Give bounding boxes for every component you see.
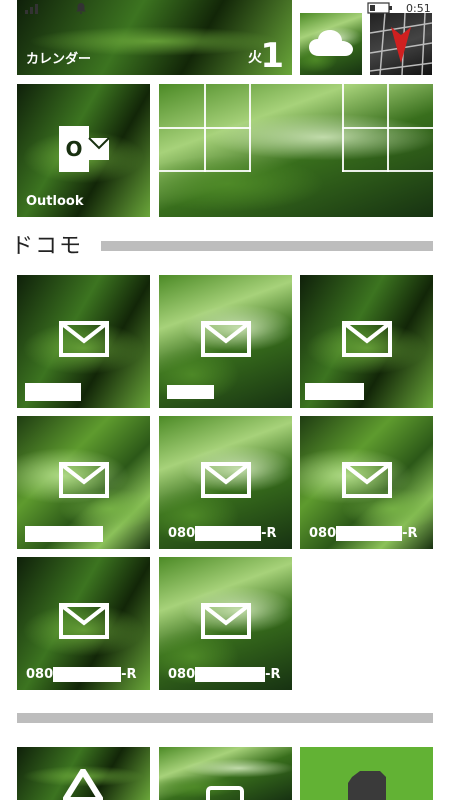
clock-text: 0:51 — [406, 2, 431, 15]
photos-grid-tile[interactable] — [159, 84, 433, 217]
redacted-account-label — [25, 526, 103, 542]
mail-account-suffix: -R — [402, 526, 418, 541]
calendar-day: 1 — [260, 36, 284, 75]
mail-account-prefix: 080 — [168, 667, 196, 682]
mail-tile[interactable]: 080 -R — [17, 557, 150, 690]
mail-account-label: 080 -R — [168, 526, 277, 541]
notification-bell-icon — [75, 2, 87, 17]
redacted-number — [195, 526, 262, 541]
mail-account-prefix: 080 — [309, 526, 337, 541]
photo-grid-overlay — [159, 84, 433, 217]
onedrive-tile[interactable] — [300, 13, 362, 75]
mail-account-suffix: -R — [265, 667, 281, 682]
mail-icon — [58, 321, 109, 357]
start-screen: カレンダー 火 1 0:51 O Outlook ドコモ 080 -R 080 … — [0, 0, 450, 800]
mail-icon — [341, 321, 392, 357]
mail-tile[interactable] — [159, 275, 292, 408]
mail-icon — [58, 462, 109, 498]
app-tile[interactable] — [17, 747, 150, 800]
mail-account-label: 080 -R — [26, 667, 137, 682]
app-tile[interactable] — [300, 747, 433, 800]
mail-tile[interactable]: 080 -R — [300, 416, 433, 549]
calendar-tile-label: カレンダー — [26, 52, 92, 67]
triangle-logo-icon — [61, 765, 105, 800]
mail-tile[interactable] — [300, 275, 433, 408]
redacted-number — [195, 667, 266, 682]
outlook-tile-label: Outlook — [26, 194, 84, 209]
mail-account-label: 080 -R — [168, 667, 281, 682]
mail-tile[interactable]: 080 -R — [159, 557, 292, 690]
calendar-tile[interactable]: カレンダー 火 1 — [17, 0, 292, 75]
maps-tile[interactable] — [370, 13, 432, 75]
mail-account-prefix: 080 — [26, 667, 54, 682]
outlook-tile[interactable]: O Outlook — [17, 84, 150, 217]
mail-account-suffix: -R — [121, 667, 137, 682]
mail-tile[interactable] — [17, 416, 150, 549]
mail-icon — [200, 603, 251, 639]
mail-icon — [200, 321, 251, 357]
mail-tile[interactable] — [17, 275, 150, 408]
camera-bag-icon — [340, 769, 394, 800]
redacted-number — [336, 526, 403, 541]
redacted-number — [53, 667, 122, 682]
mail-icon — [341, 462, 392, 498]
mail-account-prefix: 080 — [168, 526, 196, 541]
section-divider — [101, 241, 433, 251]
mail-icon — [200, 462, 251, 498]
svg-text:O: O — [65, 137, 82, 161]
section-title[interactable]: ドコモ — [11, 228, 83, 260]
outlook-icon: O — [57, 124, 111, 182]
location-pin-icon — [390, 25, 412, 69]
battery-icon — [367, 2, 393, 17]
section-divider — [17, 713, 433, 723]
mail-account-suffix: -R — [261, 526, 277, 541]
redacted-account-label — [167, 385, 214, 399]
device-icon — [205, 785, 245, 800]
mail-icon — [58, 603, 109, 639]
mail-account-label: 080 -R — [309, 526, 418, 541]
app-tile[interactable] — [159, 747, 292, 800]
cloud-icon — [307, 28, 355, 62]
redacted-account-label — [305, 383, 364, 400]
redacted-account-label — [25, 383, 81, 401]
signal-icon — [25, 2, 49, 17]
mail-tile[interactable]: 080 -R — [159, 416, 292, 549]
